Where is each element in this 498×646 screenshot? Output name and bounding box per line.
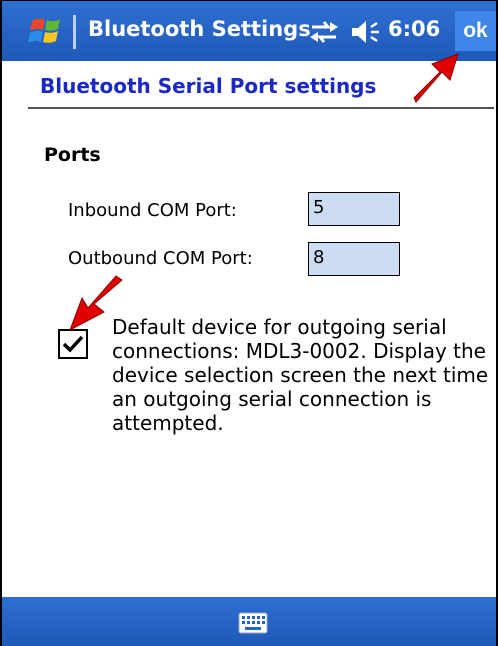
ok-button[interactable]: ok — [455, 11, 496, 51]
heading-divider — [28, 107, 494, 109]
ports-section-title: Ports — [44, 144, 101, 166]
connectivity-icon[interactable] — [308, 19, 340, 45]
inbound-com-port-input[interactable]: 5 — [308, 192, 400, 226]
keyboard-icon[interactable] — [238, 612, 268, 634]
clock-time[interactable]: 6:06 — [388, 17, 440, 41]
outbound-com-port-input[interactable]: 8 — [308, 242, 400, 276]
outbound-com-port-label: Outbound COM Port: — [68, 248, 253, 269]
inbound-com-port-label: Inbound COM Port: — [68, 200, 237, 221]
app-title: Bluetooth Settings — [88, 17, 311, 41]
windows-start-logo[interactable] — [28, 15, 68, 49]
volume-icon[interactable] — [348, 19, 382, 45]
default-device-description: Default device for outgoing serial conne… — [112, 315, 489, 435]
bottom-menu-bar — [2, 597, 496, 646]
title-divider — [73, 15, 76, 49]
annotation-arrow-icon — [413, 53, 459, 103]
page-title: Bluetooth Serial Port settings — [40, 74, 377, 98]
